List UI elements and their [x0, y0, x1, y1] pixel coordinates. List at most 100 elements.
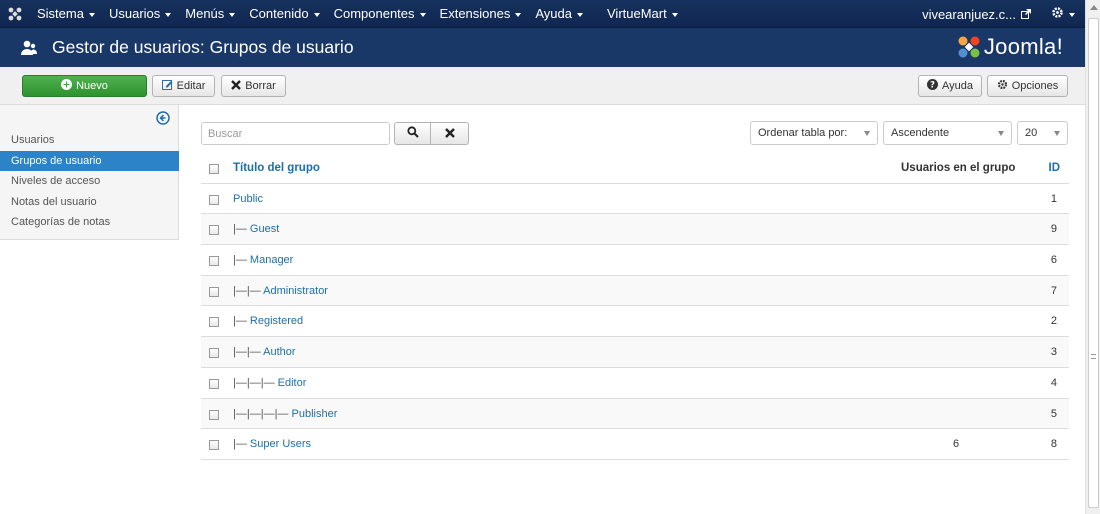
group-link[interactable]: Manager [250, 254, 293, 266]
chevron-down-icon [1069, 13, 1075, 17]
tree-prefix: |—|— [233, 284, 264, 297]
chevron-down-icon [165, 12, 172, 17]
id-cell: 4 [1050, 376, 1057, 389]
id-cell: 8 [1050, 438, 1057, 451]
id-cell: 7 [1050, 284, 1057, 297]
group-link[interactable]: Guest [250, 223, 279, 235]
users-icon [20, 39, 38, 57]
site-link[interactable]: vivearanjuez.c... [922, 7, 1031, 22]
table-row: |— Super Users 6 8 [201, 429, 1069, 460]
chevron-down-icon [1054, 131, 1060, 136]
tree-prefix: |—|—|— [233, 376, 278, 389]
list-limit-select[interactable]: 20 [1017, 121, 1068, 145]
row-checkbox[interactable] [209, 256, 219, 267]
users-count-cell: 6 [953, 438, 960, 451]
row-checkbox[interactable] [209, 348, 219, 359]
group-link[interactable]: Author [263, 346, 295, 358]
joomla-menu-icon[interactable] [0, 0, 30, 28]
table-body: Public 1 |— Guest 9 |— Manager 6 |—|— Administ… [201, 184, 1069, 460]
row-checkbox[interactable] [209, 440, 219, 451]
group-title-cell: |— Manager [233, 254, 293, 266]
menu-contenido[interactable]: Contenido [242, 0, 326, 28]
menu-virtuemart[interactable]: VirtueMart [600, 0, 685, 28]
new-button[interactable]: Nuevo [22, 75, 147, 97]
vertical-scrollbar[interactable] [1085, 0, 1100, 514]
table-row: |—|—|— Editor 4 [201, 368, 1069, 399]
help-button[interactable]: ? Ayuda [918, 75, 982, 97]
order-by-select[interactable]: Ordenar tabla por: [750, 121, 878, 145]
sidebar-item-notas-del-usuario[interactable]: Notas del usuario [0, 192, 179, 213]
edit-icon [161, 79, 173, 93]
sidebar-item-niveles-de-acceso[interactable]: Niveles de acceso [0, 171, 179, 192]
group-link[interactable]: Super Users [250, 438, 311, 450]
group-link[interactable]: Registered [250, 315, 303, 327]
menu-label: Usuarios [108, 6, 161, 21]
close-icon [231, 79, 242, 93]
menu-componentes[interactable]: Componentes [327, 0, 433, 28]
sort-by-id[interactable]: ID [1049, 162, 1061, 174]
id-cell: 3 [1050, 346, 1057, 359]
row-checkbox[interactable] [209, 317, 219, 328]
delete-label: Borrar [245, 80, 276, 92]
row-checkbox[interactable] [209, 194, 219, 205]
plus-circle-icon [61, 79, 73, 93]
users-column-header: Usuarios en el grupo [901, 162, 1016, 174]
new-label: Nuevo [76, 80, 108, 92]
page-title: Gestor de usuarios: Grupos de usuario [52, 37, 354, 57]
id-cell: 6 [1050, 254, 1057, 267]
scrollbar-thumb[interactable] [1088, 18, 1099, 508]
sort-by-title[interactable]: Título del grupo [233, 162, 320, 174]
page-header: Gestor de usuarios: Grupos de usuario Jo… [0, 28, 1085, 67]
id-cell: 2 [1050, 315, 1057, 328]
group-title-cell: |—|— Author [233, 346, 296, 358]
toolbar: Nuevo Editar Borrar ? Ayuda Opciones [0, 67, 1085, 105]
menu-label: Ayuda [535, 6, 572, 21]
group-title-cell: |—|— Administrator [233, 285, 328, 297]
user-settings-menu[interactable] [1051, 6, 1075, 22]
collapse-sidebar-icon[interactable] [156, 111, 170, 128]
id-cell: 9 [1050, 223, 1057, 236]
tree-prefix: |— [233, 223, 250, 236]
sidebar-item-categor-as-de-notas[interactable]: Categorías de notas [0, 212, 179, 233]
group-link[interactable]: Public [233, 193, 263, 205]
search-button[interactable] [394, 122, 431, 145]
chevron-down-icon [998, 131, 1004, 136]
joomla-wordmark: Joomla! [983, 34, 1063, 59]
menu-usuarios[interactable]: Usuarios [102, 0, 178, 28]
select-all-checkbox[interactable] [209, 164, 219, 174]
sidebar-item-grupos-de-usuario[interactable]: Grupos de usuario [0, 150, 179, 171]
scroll-up-arrow-icon[interactable] [1090, 5, 1098, 10]
row-checkbox[interactable] [209, 286, 219, 297]
chevron-down-icon [671, 12, 678, 17]
menu-label: Menús [185, 6, 225, 21]
group-link[interactable]: Editor [278, 377, 307, 389]
group-title-cell: |—|—|— Editor [233, 377, 306, 389]
options-button[interactable]: Opciones [987, 75, 1068, 97]
grip-icon [1091, 354, 1096, 359]
group-link[interactable]: Publisher [292, 408, 338, 420]
menu-men-s[interactable]: Menús [178, 0, 242, 28]
help-label: Ayuda [942, 80, 973, 92]
row-checkbox[interactable] [209, 225, 219, 236]
sidebar-item-usuarios[interactable]: Usuarios [0, 130, 179, 151]
chevron-down-icon [577, 12, 583, 17]
admin-navbar: Sistema Usuarios Menús Contenido Componentes… [0, 0, 1085, 28]
search-input[interactable] [201, 122, 390, 145]
page: Sistema Usuarios Menús Contenido Componentes… [0, 0, 1100, 514]
order-by-label: Ordenar tabla por: [758, 127, 848, 139]
menu-ayuda[interactable]: Ayuda [528, 0, 590, 28]
direction-select[interactable]: Ascendente [883, 121, 1012, 145]
chevron-down-icon [515, 12, 522, 17]
row-checkbox[interactable] [209, 378, 219, 389]
row-checkbox[interactable] [209, 409, 219, 420]
id-cell: 1 [1050, 192, 1057, 205]
group-link[interactable]: Administrator [263, 285, 328, 297]
menu-sistema[interactable]: Sistema [30, 0, 102, 28]
question-circle-icon: ? [927, 79, 938, 93]
clear-search-button[interactable] [430, 122, 469, 145]
menu-label: VirtueMart [607, 6, 667, 21]
delete-button[interactable]: Borrar [221, 75, 286, 97]
sidebar-menu: Usuarios Grupos de usuario Niveles de acce… [0, 130, 179, 233]
edit-button[interactable]: Editar [152, 75, 215, 97]
menu-extensiones[interactable]: Extensiones [433, 0, 529, 28]
